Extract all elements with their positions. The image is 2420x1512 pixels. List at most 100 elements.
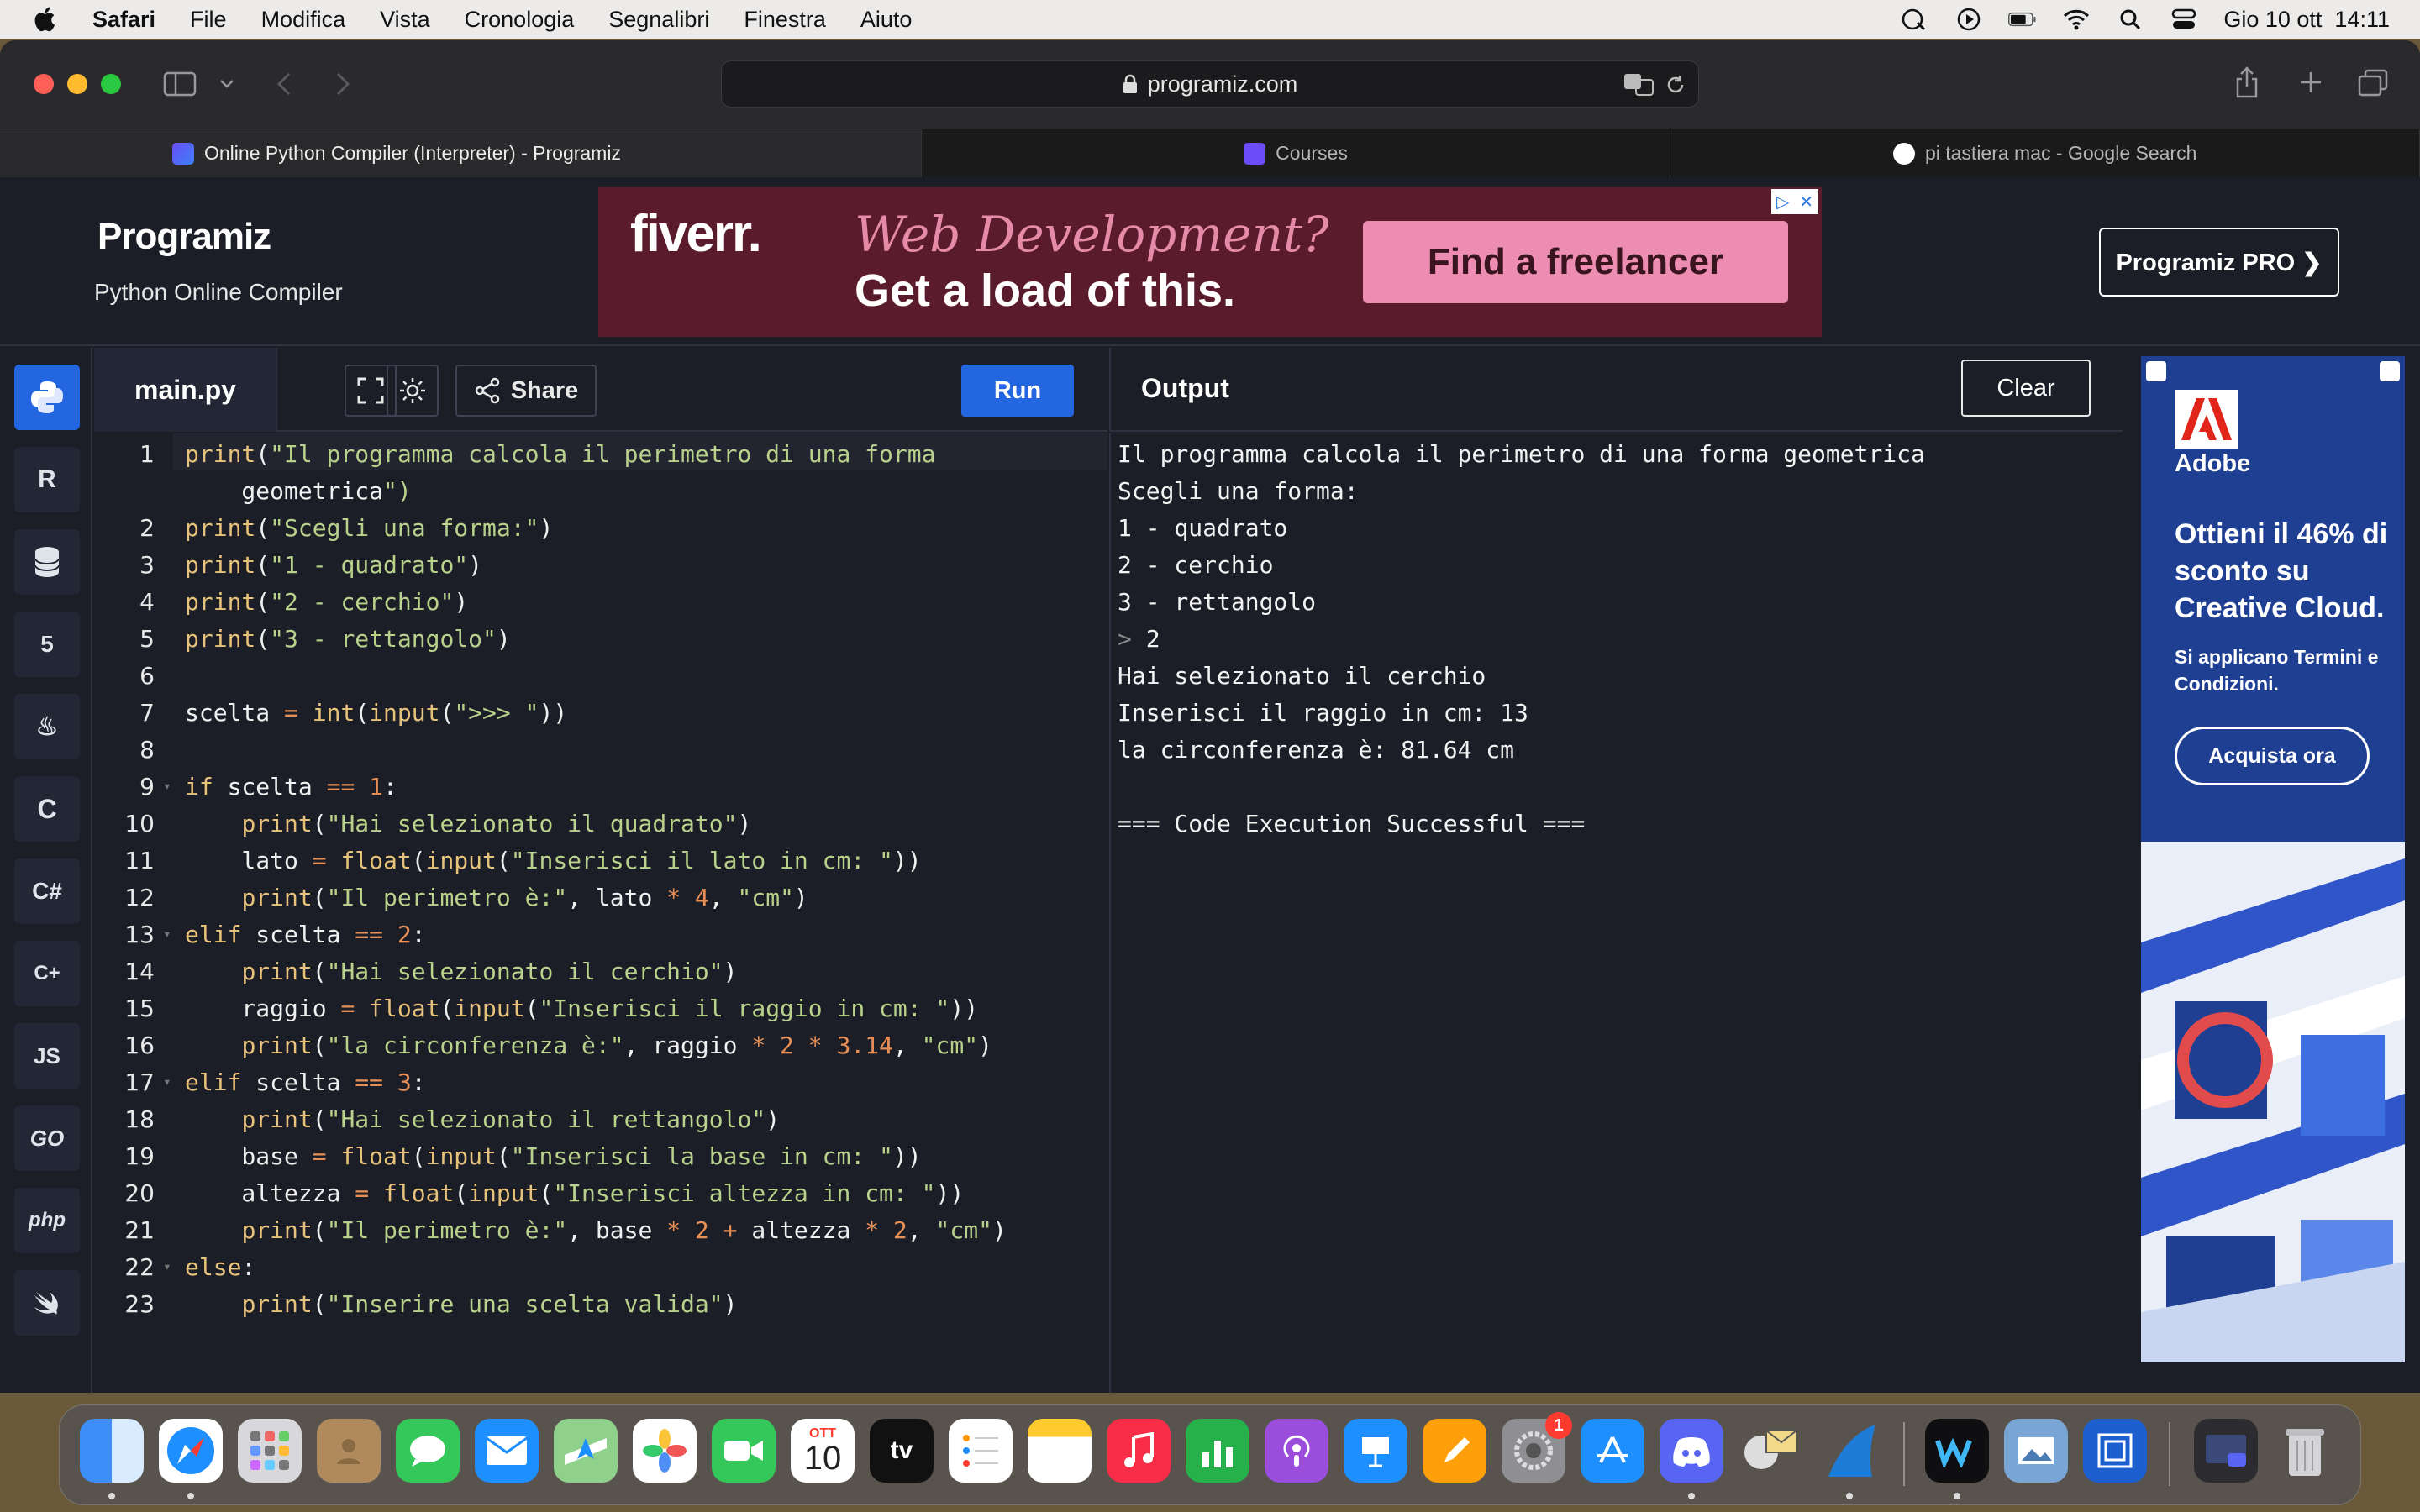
- fold-toggle-icon[interactable]: ▾: [163, 1074, 171, 1089]
- numbers-icon[interactable]: [1186, 1419, 1249, 1483]
- webex-icon[interactable]: [1925, 1419, 1989, 1483]
- menu-aiuto[interactable]: Aiuto: [860, 7, 913, 33]
- menu-clock[interactable]: Gio 10 ott 14:11: [2223, 7, 2390, 33]
- maps-icon[interactable]: [554, 1419, 618, 1483]
- downloads-stack-icon[interactable]: [2194, 1419, 2258, 1483]
- preview-icon[interactable]: [2004, 1419, 2068, 1483]
- fiverr-banner-ad[interactable]: fiverr. Web Development? Get a load of t…: [598, 187, 1822, 337]
- fold-toggle-icon[interactable]: ▾: [163, 1258, 171, 1274]
- lang-python-icon[interactable]: [14, 365, 80, 430]
- line-number: 21: [124, 1216, 155, 1244]
- chevron-down-icon[interactable]: [217, 72, 237, 96]
- menu-file[interactable]: File: [190, 7, 227, 33]
- trash-icon[interactable]: [2273, 1419, 2337, 1483]
- close-window-button[interactable]: [34, 74, 54, 94]
- podcasts-icon[interactable]: [1265, 1419, 1328, 1483]
- adobe-side-ad[interactable]: Adobe Ottieni il 46% di sconto su Creati…: [2139, 356, 2407, 1364]
- notes-icon[interactable]: [1028, 1419, 1092, 1483]
- photos-icon[interactable]: [633, 1419, 697, 1483]
- fold-toggle-icon[interactable]: ▾: [163, 926, 171, 942]
- pages-icon[interactable]: [1423, 1419, 1486, 1483]
- translate-status-icon[interactable]: [1901, 7, 1929, 32]
- lang-swift-icon[interactable]: [14, 1270, 80, 1336]
- lang-php-icon[interactable]: php: [14, 1188, 80, 1253]
- translate-icon[interactable]: [1623, 71, 1655, 102]
- wifi-icon[interactable]: [2062, 7, 2091, 32]
- menu-segnalibri[interactable]: Segnalibri: [608, 7, 709, 33]
- running-indicator: [108, 1493, 115, 1499]
- keynote-icon[interactable]: [1344, 1419, 1407, 1483]
- calendar-icon[interactable]: OTT 10: [791, 1419, 855, 1483]
- finder-icon[interactable]: [80, 1419, 144, 1483]
- programiz-logo[interactable]: Programiz: [97, 216, 271, 258]
- code-editor[interactable]: 1 print("Il programma calcola il perimetr…: [94, 433, 1107, 1393]
- output-console[interactable]: Il programma calcola il perimetro di una…: [1109, 433, 2123, 1393]
- lang-go-icon[interactable]: GO: [14, 1105, 80, 1171]
- tab-overview-icon[interactable]: [2356, 67, 2390, 99]
- forward-arrow-icon[interactable]: [328, 71, 358, 97]
- new-tab-icon[interactable]: [2296, 67, 2326, 97]
- apple-tv-icon[interactable]: tv: [870, 1419, 934, 1483]
- lang-cpp-icon[interactable]: C+: [14, 941, 80, 1006]
- launchpad-icon[interactable]: [238, 1419, 302, 1483]
- control-center-icon[interactable]: [2170, 7, 2198, 32]
- system-settings-icon[interactable]: 1: [1502, 1412, 1572, 1483]
- app-store-icon[interactable]: [1581, 1419, 1644, 1483]
- menu-finestra[interactable]: Finestra: [744, 7, 826, 33]
- discord-icon[interactable]: [1660, 1419, 1723, 1483]
- menu-modifica[interactable]: Modifica: [261, 7, 346, 33]
- menu-cronologia[interactable]: Cronologia: [465, 7, 575, 33]
- minimize-window-button[interactable]: [67, 74, 87, 94]
- file-tab-main-py[interactable]: main.py: [94, 348, 277, 432]
- share-icon[interactable]: [2232, 64, 2262, 101]
- run-button[interactable]: Run: [961, 365, 1074, 417]
- lang-html-icon[interactable]: 5: [14, 612, 80, 677]
- fold-toggle-icon[interactable]: ▾: [163, 778, 171, 794]
- output-line: Inserisci il raggio in cm: 13: [1118, 699, 1528, 727]
- zoom-window-button[interactable]: [101, 74, 121, 94]
- back-arrow-icon[interactable]: [269, 71, 299, 97]
- apple-icon[interactable]: [32, 5, 60, 34]
- share-button[interactable]: Share: [455, 365, 597, 417]
- facetime-icon[interactable]: [712, 1419, 776, 1483]
- tab-programiz[interactable]: Online Python Compiler (Interpreter) - P…: [0, 129, 922, 177]
- ad-options-icon[interactable]: [2380, 361, 2400, 381]
- ad-close-icon[interactable]: ▷ ✕: [1771, 189, 1818, 214]
- mail-icon[interactable]: [475, 1419, 539, 1483]
- spotlight-search-icon[interactable]: [2116, 7, 2144, 32]
- messages-icon[interactable]: [396, 1419, 460, 1483]
- lang-csharp-icon[interactable]: C#: [14, 858, 80, 924]
- music-icon[interactable]: [1107, 1419, 1171, 1483]
- screenshot-app-icon[interactable]: [2083, 1419, 2147, 1483]
- wireshark-icon[interactable]: [1818, 1419, 1881, 1483]
- programiz-page: Programiz Python Online Compiler fiverr.…: [0, 177, 2420, 1393]
- lang-r-icon[interactable]: R: [14, 447, 80, 512]
- letter-opener-icon[interactable]: [1739, 1419, 1802, 1483]
- menu-vista[interactable]: Vista: [380, 7, 430, 33]
- reminders-icon[interactable]: [949, 1419, 1013, 1483]
- contacts-icon[interactable]: [317, 1419, 381, 1483]
- tab-google-search[interactable]: pi tastiera mac - Google Search: [1670, 129, 2420, 177]
- safari-icon[interactable]: [159, 1419, 223, 1483]
- output-line: 1 - quadrato: [1118, 514, 1288, 542]
- reload-icon[interactable]: [1665, 73, 1686, 102]
- play-status-icon[interactable]: [1954, 7, 1983, 32]
- lang-js-icon[interactable]: JS: [14, 1023, 80, 1089]
- menu-app-name[interactable]: Safari: [92, 7, 155, 33]
- ad-info-icon[interactable]: [2146, 361, 2166, 381]
- programiz-pro-button[interactable]: Programiz PRO ❯: [2099, 228, 2339, 297]
- sidebar-toggle-icon[interactable]: [161, 69, 198, 99]
- lang-java-icon[interactable]: ♨: [14, 694, 80, 759]
- dock-separator: [2169, 1422, 2170, 1486]
- lang-c-icon[interactable]: C: [14, 776, 80, 842]
- lang-sql-icon[interactable]: [14, 529, 80, 595]
- tab-courses[interactable]: Courses: [922, 129, 1671, 177]
- address-bar[interactable]: programiz.com: [721, 60, 1699, 108]
- ad-cta-button[interactable]: Find a freelancer: [1363, 221, 1788, 303]
- editor-header: main.py Share Run: [94, 348, 1107, 432]
- theme-toggle-button[interactable]: [387, 365, 439, 417]
- language-sidebar: R 5 ♨ C C# C+ JS GO php: [0, 348, 92, 1393]
- clear-button[interactable]: Clear: [1961, 360, 2091, 417]
- battery-icon[interactable]: [2008, 7, 2037, 32]
- ad-buy-button[interactable]: Acquista ora: [2175, 727, 2370, 785]
